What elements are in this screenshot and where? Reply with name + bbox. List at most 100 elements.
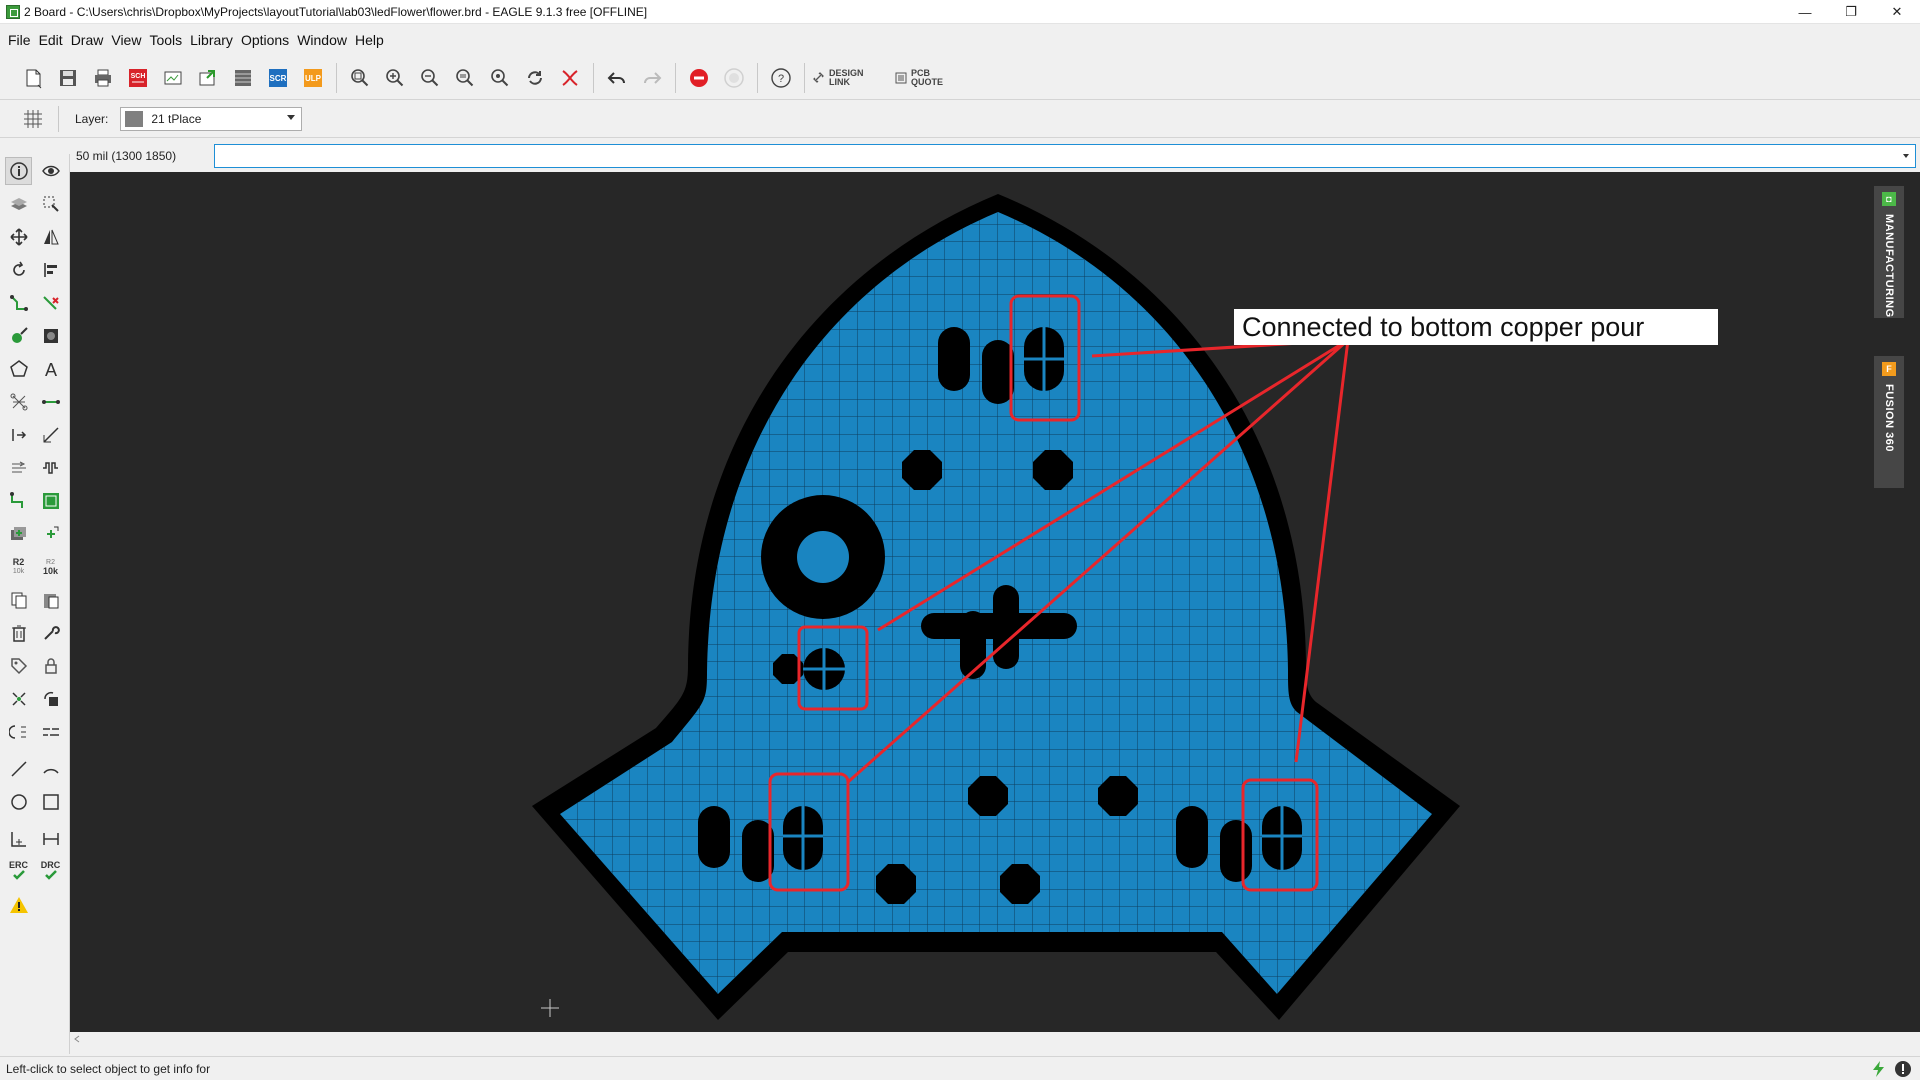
dimension-icon[interactable] — [5, 825, 32, 853]
new-file-icon[interactable] — [18, 63, 48, 93]
autorouter-icon[interactable] — [5, 487, 32, 515]
change-icon[interactable] — [37, 619, 64, 647]
scroll-left-icon[interactable] — [74, 1035, 80, 1043]
pinswap-icon[interactable] — [5, 718, 32, 746]
measure-icon[interactable] — [37, 825, 64, 853]
add-icon[interactable] — [37, 520, 64, 548]
zoom-fit-icon[interactable] — [345, 63, 375, 93]
zoom-area-icon[interactable] — [485, 63, 515, 93]
manufacturing-tab[interactable]: ◘ MANUFACTURING — [1874, 186, 1904, 318]
ripup-icon[interactable] — [37, 289, 64, 317]
rotate-icon[interactable] — [5, 256, 32, 284]
stop-icon[interactable] — [684, 63, 714, 93]
copy-icon[interactable] — [5, 586, 32, 614]
menu-file[interactable]: File — [4, 32, 35, 48]
print-icon[interactable] — [88, 63, 118, 93]
alert-icon[interactable] — [1894, 1060, 1912, 1078]
close-button[interactable]: ✕ — [1874, 0, 1920, 24]
undo-icon[interactable] — [602, 63, 632, 93]
pad-oval[interactable] — [698, 806, 730, 868]
route-multiple-icon[interactable] — [5, 322, 32, 350]
redraw-icon[interactable] — [520, 63, 550, 93]
board-drawing[interactable] — [70, 172, 1876, 1032]
add-part-icon[interactable] — [5, 520, 32, 548]
zoom-out-icon[interactable] — [415, 63, 445, 93]
line-icon[interactable] — [5, 755, 32, 783]
meander-icon[interactable] — [5, 454, 32, 482]
mark-icon[interactable] — [37, 190, 64, 218]
delete-icon[interactable] — [5, 619, 32, 647]
route-icon[interactable] — [5, 289, 32, 317]
lightning-icon[interactable] — [1870, 1060, 1888, 1078]
display-layers-icon[interactable] — [5, 190, 32, 218]
zoom-select-icon[interactable] — [450, 63, 480, 93]
script-icon[interactable]: SCR — [263, 63, 293, 93]
pad-octagon[interactable] — [1000, 864, 1040, 904]
ulp-icon[interactable]: ULP — [298, 63, 328, 93]
attribute-tag-icon[interactable] — [5, 652, 32, 680]
pad-octagon[interactable] — [876, 864, 916, 904]
menu-edit[interactable]: Edit — [35, 32, 67, 48]
redo-icon[interactable] — [637, 63, 667, 93]
menu-help[interactable]: Help — [351, 32, 388, 48]
rectangle-icon[interactable] — [37, 788, 64, 816]
erc-button[interactable]: ERC — [5, 858, 32, 886]
info-icon[interactable] — [5, 156, 33, 185]
replace-icon[interactable] — [37, 685, 64, 713]
pcb-quote-button[interactable]: PCB QUOTE — [895, 68, 949, 87]
show-eye-icon[interactable] — [37, 157, 64, 185]
smash-icon[interactable] — [5, 685, 32, 713]
paste-icon[interactable] — [37, 586, 64, 614]
pad-octagon[interactable] — [902, 450, 942, 490]
text-icon[interactable]: A — [37, 355, 64, 383]
layers-icon[interactable] — [228, 63, 258, 93]
value-button[interactable]: R2 10k — [37, 553, 64, 581]
pad-oval[interactable] — [1176, 806, 1208, 868]
sch-icon[interactable]: SCH — [123, 63, 153, 93]
zoom-in-icon[interactable] — [380, 63, 410, 93]
pad-octagon[interactable] — [968, 776, 1008, 816]
arc-icon[interactable] — [37, 755, 64, 783]
align-icon[interactable] — [37, 256, 64, 284]
miter-icon[interactable] — [37, 421, 64, 449]
command-line-input[interactable] — [214, 144, 1916, 168]
pad-oval[interactable] — [982, 340, 1014, 404]
ratsnest-icon[interactable] — [555, 63, 585, 93]
pad-octagon[interactable] — [1098, 776, 1138, 816]
warning-icon[interactable] — [5, 891, 33, 919]
name-button[interactable]: R2 10k — [5, 553, 32, 581]
pad-octagon[interactable] — [1033, 450, 1073, 490]
export-icon[interactable] — [193, 63, 223, 93]
split-icon[interactable] — [37, 454, 64, 482]
optimize-icon[interactable] — [37, 718, 64, 746]
pad-oval[interactable] — [1220, 820, 1252, 882]
signal-icon[interactable] — [5, 388, 32, 416]
menu-tools[interactable]: Tools — [145, 32, 186, 48]
design-link-button[interactable]: DESIGN LINK — [813, 68, 867, 87]
dropdown-arrow-icon[interactable] — [1903, 154, 1909, 158]
via-icon[interactable] — [37, 322, 64, 350]
menu-window[interactable]: Window — [293, 32, 351, 48]
drc-button[interactable]: DRC — [37, 858, 64, 886]
menu-view[interactable]: View — [107, 32, 145, 48]
fusion-360-tab[interactable]: F FUSION 360 — [1874, 356, 1904, 488]
menu-draw[interactable]: Draw — [67, 32, 108, 48]
menu-library[interactable]: Library — [186, 32, 237, 48]
menu-options[interactable]: Options — [237, 32, 293, 48]
minimize-button[interactable]: — — [1782, 0, 1828, 24]
maximize-button[interactable]: ❐ — [1828, 0, 1874, 24]
move-icon[interactable] — [5, 223, 32, 251]
horizontal-scrollbar[interactable] — [70, 1032, 1920, 1046]
go-icon[interactable] — [719, 63, 749, 93]
swap-icon[interactable] — [5, 421, 32, 449]
layer-select[interactable]: 21 tPlace — [120, 106, 303, 131]
help-icon[interactable]: ? — [766, 63, 796, 93]
lock-icon[interactable] — [37, 652, 64, 680]
board-canvas[interactable] — [70, 172, 1876, 1032]
board-outline-icon[interactable] — [37, 487, 64, 515]
mirror-icon[interactable] — [37, 223, 64, 251]
save-icon[interactable] — [53, 63, 83, 93]
grid-icon[interactable] — [18, 104, 48, 134]
polygon-icon[interactable] — [5, 355, 32, 383]
circle-icon[interactable] — [5, 788, 32, 816]
